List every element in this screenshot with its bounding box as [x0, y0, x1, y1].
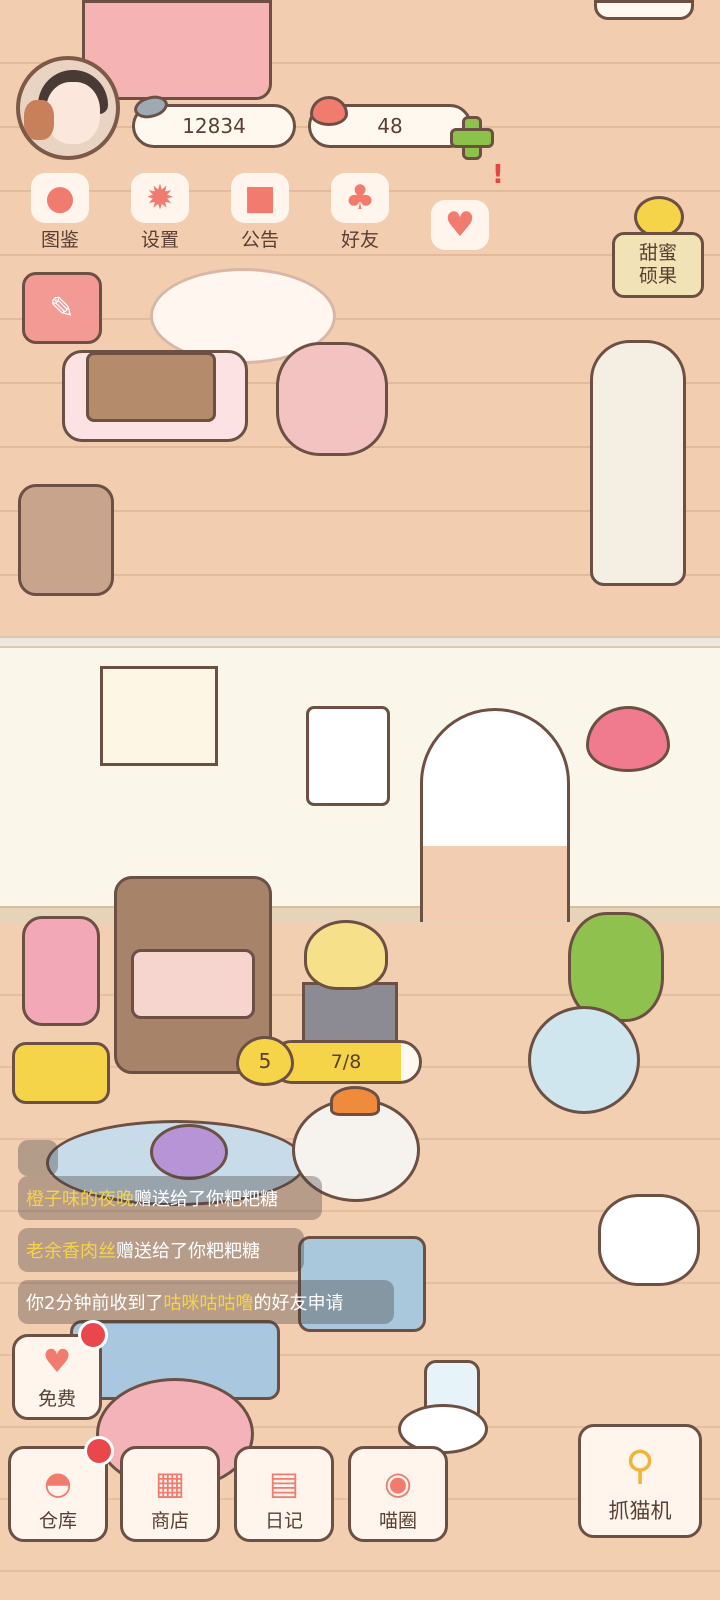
cat-hat	[330, 1086, 380, 1116]
edit-room-button[interactable]: ✎	[22, 272, 102, 344]
telephone-decor[interactable]	[12, 1042, 110, 1104]
stove-stand[interactable]	[302, 982, 398, 1044]
fish-coin-value: 12834	[182, 114, 246, 138]
free-notification-dot	[78, 1320, 108, 1350]
menu-friends-button[interactable]: ♣ 好友	[318, 168, 402, 252]
free-label: 免费	[37, 1388, 76, 1410]
tower-heater-furniture[interactable]	[590, 340, 686, 586]
meow-circle-button[interactable]: ◉ 喵圈	[348, 1446, 448, 1542]
kettle-decor[interactable]	[304, 920, 388, 990]
chat-message-1: 橙子味的夜晚 赠送给了你粑粑糖	[18, 1176, 322, 1220]
warehouse-notification-dot	[84, 1436, 114, 1466]
chat-toggle-button[interactable]	[18, 1140, 58, 1176]
frog-cup-decor[interactable]	[150, 1124, 228, 1180]
honey-label-2: 硕果	[638, 265, 677, 287]
friends-icon: ♣	[331, 173, 389, 223]
doorway-floor	[420, 846, 570, 922]
chat-sender-2: 老余香肉丝	[26, 1241, 116, 1262]
shop-label: 商店	[150, 1510, 189, 1532]
meow-circle-label: 喵圈	[378, 1510, 417, 1532]
level-value: 5	[258, 1049, 272, 1073]
chat-text-1: 赠送给了你粑粑糖	[134, 1189, 278, 1210]
chat-text-3b: 的好友申请	[253, 1293, 344, 1314]
claw-machine-button[interactable]: ⚲ 抓猫机	[578, 1424, 702, 1538]
shop-button[interactable]: ▦ 商店	[120, 1446, 220, 1542]
avatar-face	[46, 82, 100, 144]
shop-icon: ▦	[154, 1464, 186, 1502]
trash-bin-furniture[interactable]	[18, 484, 114, 596]
chat-sender-1: 橙子味的夜晚	[26, 1189, 134, 1210]
alert-mark-icon: !	[492, 160, 504, 190]
heart-icon	[310, 96, 348, 126]
menu-settings-label: 设置	[140, 229, 179, 251]
menu-friends-label: 好友	[340, 229, 379, 251]
tv-screen	[131, 949, 255, 1019]
gear-icon: ✹	[131, 173, 189, 223]
room-divider	[0, 636, 720, 648]
menu-catalog-button[interactable]: ● 图鉴	[18, 168, 102, 252]
menu-announcement-button[interactable]: ■ 公告	[218, 168, 302, 252]
chat-text-2: 赠送给了你粑粑糖	[116, 1241, 260, 1262]
honey-card: 甜蜜 硕果	[612, 232, 704, 298]
chat-text-3a: 你2分钟前收到了	[26, 1293, 164, 1314]
cat-level-progress: 7/8	[270, 1040, 422, 1084]
diary-icon: ▤	[268, 1464, 300, 1502]
menu-heart-chat-button[interactable]: ♥	[418, 168, 502, 252]
player-avatar[interactable]	[16, 56, 120, 160]
heart-badge-icon: ♥	[42, 1342, 72, 1380]
claw-machine-label: 抓猫机	[608, 1499, 672, 1523]
pencil-icon: ✎	[49, 290, 75, 326]
warehouse-icon: ◓	[44, 1464, 72, 1502]
cat-planet-icon: ◉	[384, 1464, 412, 1502]
menu-settings-button[interactable]: ✹ 设置	[118, 168, 202, 252]
cat-book-icon: ●	[31, 173, 89, 223]
add-hearts-button[interactable]	[450, 116, 494, 160]
chat-message-3: 你2分钟前收到了 咕咪咕咕噜 的好友申请	[18, 1280, 394, 1324]
gift-icon: ■	[231, 173, 289, 223]
progress-text: 7/8	[330, 1051, 362, 1073]
chat-message-2: 老余香肉丝 赠送给了你粑粑糖	[18, 1228, 304, 1272]
kotatsu-table[interactable]	[86, 352, 216, 422]
menu-announcement-label: 公告	[240, 229, 279, 251]
claw-icon: ⚲	[625, 1443, 655, 1489]
calendar-poster[interactable]	[100, 666, 218, 766]
cat-hanging-scroll[interactable]	[306, 706, 390, 806]
rice-cooker-decor[interactable]	[598, 1194, 700, 1286]
heart-chat-icon: ♥	[431, 200, 489, 250]
chat-sender-3: 咕咪咕咕噜	[163, 1293, 254, 1314]
diary-button[interactable]: ▤ 日记	[234, 1446, 334, 1542]
flower-pot-decor[interactable]	[22, 916, 100, 1026]
honey-harvest-button[interactable]: 甜蜜 硕果	[612, 196, 704, 300]
shelf-furniture[interactable]	[594, 0, 694, 20]
menu-catalog-label: 图鉴	[40, 229, 79, 251]
warehouse-label: 仓库	[38, 1510, 77, 1532]
electric-fan-decor[interactable]	[528, 1006, 640, 1114]
avatar-cat	[24, 100, 54, 140]
egg-chair-furniture[interactable]	[276, 342, 388, 456]
heart-value: 48	[377, 114, 403, 138]
honey-label-1: 甜蜜	[638, 242, 677, 265]
diary-label: 日记	[264, 1510, 303, 1532]
